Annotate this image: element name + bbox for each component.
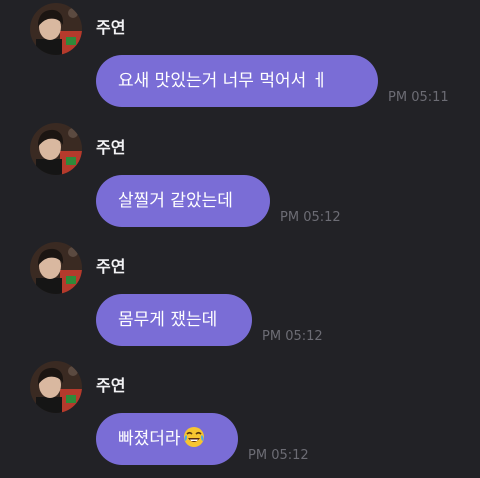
message-item: 주연 요새 맛있는거 너무 먹어서 ㅔ PM 05:11 <box>0 0 480 120</box>
avatar[interactable] <box>30 123 82 175</box>
message-text: 살찔거 같았는데 <box>118 191 233 211</box>
message-text: 몸무게 쟀는데 <box>118 310 218 330</box>
message-item: 주연 몸무게 쟀는데 PM 05:12 <box>0 239 480 359</box>
message-item: 주연 살찔거 같았는데 PM 05:12 <box>0 120 480 240</box>
sender-name: 주연 <box>96 376 126 395</box>
sender-name: 주연 <box>96 18 126 37</box>
message-bubble[interactable]: 요새 맛있는거 너무 먹어서 ㅔ <box>96 55 378 107</box>
message-text: 요새 맛있는거 너무 먹어서 ㅔ <box>118 71 328 91</box>
message-text: 빠졌더라 <box>118 429 181 449</box>
sender-name: 주연 <box>96 257 126 276</box>
avatar[interactable] <box>30 361 82 413</box>
sender-name: 주연 <box>96 138 126 157</box>
face-with-tears-of-joy-emoji <box>183 417 205 469</box>
message-bubble[interactable]: 살찔거 같았는데 <box>96 175 270 227</box>
message-bubble[interactable]: 빠졌더라 <box>96 413 238 465</box>
message-timestamp: PM 05:12 <box>248 448 309 463</box>
message-item: 주연 빠졌더라 PM 05:12 <box>0 358 480 478</box>
message-timestamp: PM 05:12 <box>280 210 341 225</box>
message-timestamp: PM 05:12 <box>262 329 323 344</box>
avatar[interactable] <box>30 3 82 55</box>
message-bubble[interactable]: 몸무게 쟀는데 <box>96 294 252 346</box>
chat-thread: 주연 요새 맛있는거 너무 먹어서 ㅔ PM 05:11 주연 살찔거 같았는데… <box>0 0 480 476</box>
message-timestamp: PM 05:11 <box>388 90 449 105</box>
avatar[interactable] <box>30 242 82 294</box>
